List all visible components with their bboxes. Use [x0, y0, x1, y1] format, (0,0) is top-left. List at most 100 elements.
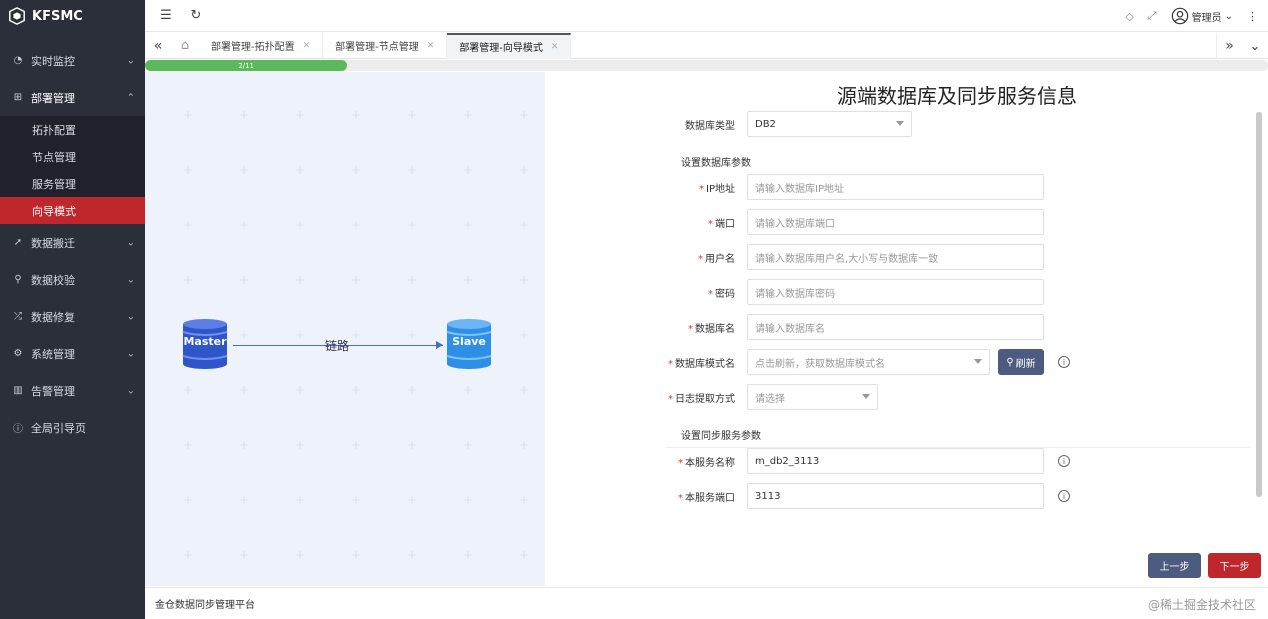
grid-plus-mark: +: [351, 383, 362, 397]
grid-plus-mark: +: [407, 108, 418, 122]
sidebar-item-label: 告警管理: [31, 384, 75, 398]
grid-plus-mark: +: [183, 218, 194, 232]
app-logo[interactable]: KFSMC: [0, 0, 145, 32]
collapse-menu-icon[interactable]: ☰: [151, 1, 181, 31]
service-name-label: * 本服务名称: [678, 457, 735, 469]
progress-fill: 2/11: [145, 60, 348, 71]
schema-row: * 数据库模式名 点击刷新，获取数据库模式名 ⚲ 刷新 i: [545, 349, 1070, 375]
user-menu[interactable]: 管理员 ⌄: [1171, 7, 1233, 25]
refresh-button[interactable]: ⚲ 刷新: [998, 349, 1044, 375]
footer-text: 金仓数据同步管理平台: [155, 600, 255, 611]
search-icon: ⚲: [1006, 356, 1014, 368]
grid-plus-mark: +: [407, 493, 418, 507]
prev-button[interactable]: 上一步: [1148, 553, 1201, 578]
arrow-right-icon: [436, 341, 443, 349]
grid-plus-mark: +: [295, 548, 306, 562]
sidebar-item-repair[interactable]: ⤮ 数据修复 ⌄: [0, 298, 145, 335]
log-mode-select[interactable]: 请选择: [747, 384, 878, 410]
password-input[interactable]: 请输入数据库密码: [747, 279, 1044, 305]
sidebar-item-guide[interactable]: ⓘ 全局引导页: [0, 409, 145, 446]
grid-plus-mark: +: [183, 383, 194, 397]
master-node[interactable]: Master: [182, 318, 228, 370]
service-port-label: * 本服务端口: [678, 492, 735, 504]
info-icon[interactable]: i: [1058, 490, 1070, 502]
master-label: Master: [183, 335, 227, 348]
dbname-label: * 数据库名: [688, 323, 735, 335]
reload-icon[interactable]: ↻: [181, 1, 211, 31]
sidebar-subitem-topology[interactable]: 拓扑配置: [0, 116, 145, 143]
sidebar-subitem-services[interactable]: 服务管理: [0, 170, 145, 197]
service-name-input[interactable]: m_db2_3113: [747, 448, 1044, 474]
chevron-down-icon: ⌄: [126, 311, 135, 322]
schema-placeholder: 点击刷新，获取数据库模式名: [755, 358, 885, 370]
username-input[interactable]: 请输入数据库用户名,大小写与数据库一致: [747, 244, 1044, 270]
chevron-down-icon: ⌄: [126, 55, 135, 66]
sidebar-submenu-deploy: 拓扑配置 节点管理 服务管理 向导模式: [0, 116, 145, 224]
close-icon[interactable]: ✕: [551, 42, 559, 52]
db-type-label: 数据库类型: [685, 120, 735, 132]
chevron-down-icon: ⌄: [1224, 10, 1233, 22]
db-type-row: 数据库类型 DB2: [545, 111, 912, 137]
grid-plus-mark: +: [407, 273, 418, 287]
ip-row: * IP地址 请输入数据库IP地址: [545, 174, 1044, 200]
close-icon[interactable]: ✕: [303, 41, 311, 51]
service-port-input[interactable]: 3113: [747, 483, 1044, 509]
grid-plus-mark: +: [351, 218, 362, 232]
sidebar-item-deploy[interactable]: ⊞ 部署管理 ⌃: [0, 79, 145, 116]
sidebar: KFSMC ◔ 实时监控 ⌄ ⊞ 部署管理 ⌃ 拓扑配置 节点管理 服务管理 向…: [0, 0, 145, 619]
grid-plus-mark: +: [239, 273, 250, 287]
tab-nodes[interactable]: 部署管理-节点管理 ✕: [323, 32, 448, 59]
sidebar-item-system[interactable]: ⚙ 系统管理 ⌄: [0, 335, 145, 372]
ip-label: * IP地址: [699, 183, 735, 195]
schema-select[interactable]: 点击刷新，获取数据库模式名: [747, 349, 990, 375]
tab-wizard[interactable]: 部署管理-向导模式 ✕: [447, 32, 572, 59]
home-icon[interactable]: ⌂: [171, 31, 199, 61]
info-icon[interactable]: i: [1058, 455, 1070, 467]
log-mode-label: * 日志提取方式: [668, 393, 735, 405]
more-vertical-icon[interactable]: ⋮: [1247, 10, 1258, 23]
slave-node[interactable]: Slave: [446, 318, 492, 370]
tab-topology[interactable]: 部署管理-拓扑配置 ✕: [199, 32, 324, 59]
dbname-input[interactable]: 请输入数据库名: [747, 314, 1044, 340]
grid-plus-mark: +: [407, 163, 418, 177]
ip-input[interactable]: 请输入数据库IP地址: [747, 174, 1044, 200]
grid-plus-mark: +: [295, 328, 306, 342]
schema-label: * 数据库模式名: [668, 358, 735, 370]
service-port-row: * 本服务端口 3113 i: [545, 483, 1070, 509]
grid-plus-mark: +: [239, 493, 250, 507]
sidebar-item-label: 数据修复: [31, 310, 75, 324]
chevron-down-icon[interactable]: ⌄: [1242, 33, 1268, 59]
grid-plus-mark: +: [407, 383, 418, 397]
grid-plus-mark: +: [295, 383, 306, 397]
tabs-scroll-left-icon[interactable]: «: [145, 31, 171, 61]
sidebar-item-migrate[interactable]: ➚ 数据搬迁 ⌄: [0, 224, 145, 261]
sidebar-item-verify[interactable]: ⚲ 数据校验 ⌄: [0, 261, 145, 298]
scrollbar-thumb[interactable]: [1256, 112, 1262, 497]
grid-plus-mark: +: [519, 108, 530, 122]
grid-plus-mark: +: [183, 273, 194, 287]
fullscreen-icon[interactable]: ⤢: [1148, 9, 1157, 23]
app-name: KFSMC: [32, 8, 83, 24]
port-input[interactable]: 请输入数据库端口: [747, 209, 1044, 235]
grid-plus-mark: +: [463, 218, 474, 232]
info-icon[interactable]: i: [1058, 356, 1070, 368]
sidebar-item-label: 系统管理: [31, 347, 75, 361]
db-type-select[interactable]: DB2: [747, 111, 912, 137]
grid-plus-mark: +: [519, 218, 530, 232]
next-button[interactable]: 下一步: [1208, 553, 1261, 578]
grid-plus-mark: +: [351, 273, 362, 287]
tab-label: 部署管理-拓扑配置: [211, 42, 295, 53]
service-name-row: * 本服务名称 m_db2_3113 i: [545, 448, 1070, 474]
tag-icon[interactable]: ◇: [1125, 10, 1133, 23]
logo-icon: [9, 7, 25, 25]
username-row: * 用户名 请输入数据库用户名,大小写与数据库一致: [545, 244, 1044, 270]
sidebar-item-monitor[interactable]: ◔ 实时监控 ⌄: [0, 42, 145, 79]
sidebar-subitem-wizard[interactable]: 向导模式: [0, 197, 145, 224]
sidebar-item-alarm[interactable]: ▥ 告警管理 ⌄: [0, 372, 145, 409]
sidebar-subitem-nodes[interactable]: 节点管理: [0, 143, 145, 170]
sidebar-item-label: 部署管理: [31, 91, 75, 105]
grid-plus-mark: +: [351, 438, 362, 452]
tabs-scroll-right-icon[interactable]: »: [1216, 33, 1242, 59]
close-icon[interactable]: ✕: [427, 41, 435, 51]
grid-plus-mark: +: [463, 108, 474, 122]
